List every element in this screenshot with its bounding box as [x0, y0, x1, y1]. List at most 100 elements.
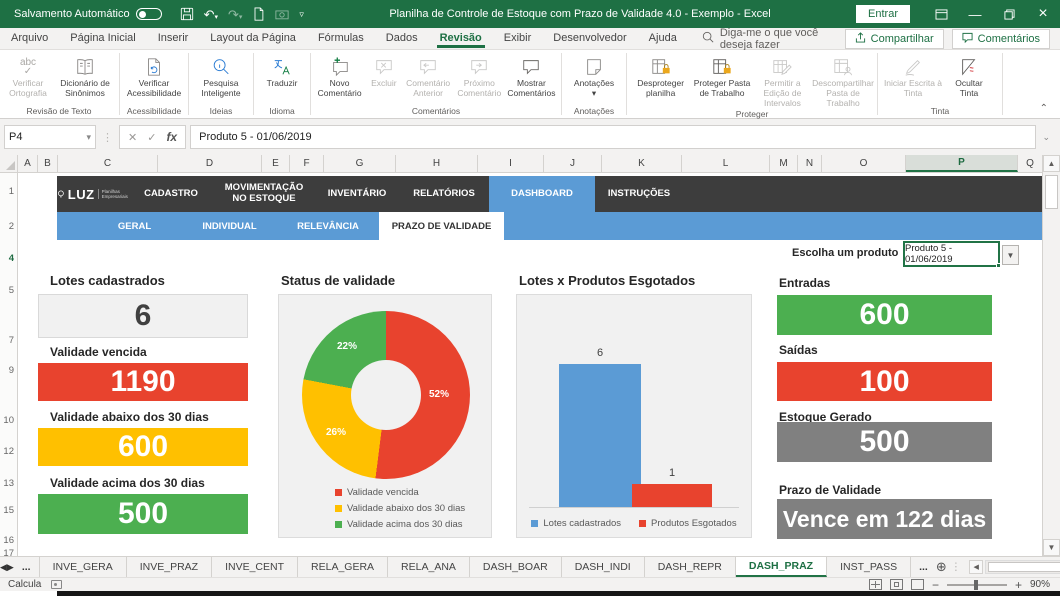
tab-dados[interactable]: Dados — [375, 29, 429, 48]
sheet-tab-dash-boar[interactable]: DASH_BOAR — [470, 557, 562, 577]
ribbon-display-options-icon[interactable] — [924, 0, 958, 28]
subnav-tab-prazo-validade[interactable]: PRAZO DE VALIDADE — [379, 212, 504, 240]
tab-inserir[interactable]: Inserir — [147, 29, 200, 48]
column-header[interactable]: O — [822, 155, 906, 172]
page-layout-view-icon[interactable] — [890, 579, 903, 590]
nav-tab-instrucoes[interactable]: INSTRUÇÕES — [595, 176, 683, 212]
column-header[interactable]: D — [158, 155, 262, 172]
scroll-down-icon[interactable]: ▼ — [1043, 539, 1060, 556]
subnav-tab-relevancia[interactable]: RELEVÂNCIA — [277, 212, 379, 240]
autosave-toggle[interactable] — [136, 8, 162, 20]
row-header[interactable]: 10 — [3, 415, 14, 426]
mostrar-comentarios-button[interactable]: Mostrar Comentários — [505, 52, 558, 99]
redo-icon[interactable]: ↷▾ — [228, 8, 242, 21]
sheet-tab-dash-repr[interactable]: DASH_REPR — [645, 557, 736, 577]
expand-formula-bar-icon[interactable]: ⌄ — [1040, 132, 1056, 143]
zoom-slider[interactable] — [947, 584, 1007, 586]
column-header[interactable]: F — [290, 155, 324, 172]
macro-record-icon[interactable] — [51, 580, 62, 589]
insert-function-icon[interactable]: fx — [166, 130, 177, 144]
undo-icon[interactable]: ↶▾ — [204, 8, 218, 21]
hscroll-track[interactable] — [985, 560, 1060, 574]
verificar-acessibilidade-button[interactable]: Verificar Acessibilidade — [123, 52, 185, 99]
comments-button[interactable]: Comentários — [952, 29, 1050, 49]
iniciar-escrita-tinta-button[interactable]: Iniciar Escrita à Tinta — [881, 52, 945, 99]
scroll-up-icon[interactable]: ▲ — [1043, 155, 1060, 172]
hscroll-left-icon[interactable]: ◀ — [969, 560, 983, 574]
permitir-edicao-intervalos-button[interactable]: Permitir a Edição de Intervalos — [753, 52, 812, 108]
vertical-scrollbar[interactable]: ▲ ▼ — [1042, 155, 1060, 556]
nav-tab-cadastro[interactable]: CADASTRO — [129, 176, 213, 212]
sheet-nav-right-icon[interactable]: ▶ — [7, 557, 14, 577]
row-header[interactable]: 12 — [3, 446, 14, 457]
traduzir-button[interactable]: Traduzir — [257, 52, 307, 89]
page-break-view-icon[interactable] — [911, 579, 924, 590]
confirm-entry-icon[interactable]: ✓ — [147, 131, 156, 144]
row-header[interactable]: 16 — [3, 535, 14, 546]
novo-comentario-button[interactable]: Novo Comentário — [314, 52, 365, 99]
tab-ajuda[interactable]: Ajuda — [638, 29, 688, 48]
sheet-tab-inst-pass[interactable]: INST_PASS — [827, 557, 911, 577]
select-all-corner[interactable] — [0, 155, 18, 172]
tab-revisao[interactable]: Revisão — [429, 29, 493, 48]
share-button[interactable]: Compartilhar — [845, 29, 944, 49]
fill-handle[interactable] — [996, 263, 1001, 268]
camera-icon[interactable] — [275, 8, 289, 20]
tell-me-search[interactable]: Diga-me o que você deseja fazer — [702, 27, 845, 51]
zoom-slider-thumb[interactable] — [974, 580, 978, 590]
proteger-pasta-trabalho-button[interactable]: Proteger Pasta de Trabalho — [691, 52, 752, 99]
subnav-tab-geral[interactable]: GERAL — [87, 212, 182, 240]
row-header[interactable]: 2 — [9, 221, 14, 232]
sheet-tab-rela-ana[interactable]: RELA_ANA — [388, 557, 470, 577]
column-header[interactable]: L — [682, 155, 770, 172]
excluir-comentario-button[interactable]: Excluir — [365, 52, 402, 89]
nav-tab-relatorios[interactable]: RELATÓRIOS — [399, 176, 489, 212]
ocultar-tinta-button[interactable]: Ocultar Tinta — [945, 52, 993, 99]
sheet-tab-inve-gera[interactable]: INVE_GERA — [39, 557, 127, 577]
cancel-entry-icon[interactable]: ✕ — [128, 131, 137, 144]
vertical-scroll-thumb[interactable] — [1045, 175, 1058, 209]
nav-tab-inventario[interactable]: INVENTÁRIO — [315, 176, 399, 212]
pesquisa-inteligente-button[interactable]: Pesquisa Inteligente — [192, 52, 250, 99]
nav-tab-dashboard[interactable]: DASHBOARD — [489, 176, 595, 212]
tab-layout-da-pagina[interactable]: Layout da Página — [199, 29, 307, 48]
column-header[interactable]: K — [602, 155, 682, 172]
sheet-tab-rela-gera[interactable]: RELA_GERA — [298, 557, 388, 577]
product-selector-cell[interactable]: Produto 5 - 01/06/2019 — [903, 241, 1000, 267]
print-preview-icon[interactable] — [252, 7, 265, 21]
row-header[interactable]: 5 — [9, 285, 14, 296]
tab-exibir[interactable]: Exibir — [493, 29, 543, 48]
anotacoes-button[interactable]: Anotações▾ — [565, 52, 623, 99]
sheet-tab-dash-indi[interactable]: DASH_INDI — [562, 557, 645, 577]
tab-formulas[interactable]: Fórmulas — [307, 29, 375, 48]
minimize-button[interactable]: — — [958, 0, 992, 28]
column-header[interactable]: G — [324, 155, 396, 172]
row-header-selected[interactable]: 4 — [9, 253, 14, 264]
tab-pagina-inicial[interactable]: Página Inicial — [59, 29, 146, 48]
sheet-tab-inve-praz[interactable]: INVE_PRAZ — [127, 557, 212, 577]
zoom-level[interactable]: 90% — [1030, 579, 1050, 590]
row-header[interactable]: 1 — [9, 186, 14, 197]
sign-in-button[interactable]: Entrar — [856, 5, 910, 23]
descompartilhar-pasta-button[interactable]: Descompartilhar Pasta de Trabalho — [812, 52, 874, 108]
horizontal-scrollbar[interactable]: ◀ ▶ — [965, 557, 1060, 577]
hscroll-thumb[interactable] — [988, 562, 1060, 572]
nav-tab-movimentacao[interactable]: MOVIMENTAÇÃO NO ESTOQUE — [213, 176, 315, 212]
column-header[interactable]: C — [58, 155, 158, 172]
close-button[interactable]: × — [1026, 0, 1060, 28]
add-sheet-icon[interactable]: ⊕ — [936, 557, 947, 577]
column-header[interactable]: N — [798, 155, 822, 172]
product-selector-dropdown[interactable]: ▼ — [1002, 245, 1019, 265]
name-box[interactable]: P4 ▾ — [4, 125, 96, 149]
column-header[interactable]: J — [544, 155, 602, 172]
row-header[interactable]: 7 — [9, 335, 14, 346]
subnav-tab-individual[interactable]: INDIVIDUAL — [182, 212, 277, 240]
proximo-comentario-button[interactable]: Próximo Comentário — [454, 52, 505, 99]
tab-desenvolvedor[interactable]: Desenvolvedor — [542, 29, 637, 48]
zoom-out-icon[interactable]: − — [932, 578, 939, 592]
tab-arquivo[interactable]: Arquivo — [0, 29, 59, 48]
formula-input[interactable]: Produto 5 - 01/06/2019 — [190, 125, 1036, 149]
sheet-overflow-left[interactable]: ... — [14, 557, 39, 577]
desproteger-planilha-button[interactable]: Desproteger planilha — [630, 52, 691, 99]
sheet-tab-inve-cent[interactable]: INVE_CENT — [212, 557, 298, 577]
